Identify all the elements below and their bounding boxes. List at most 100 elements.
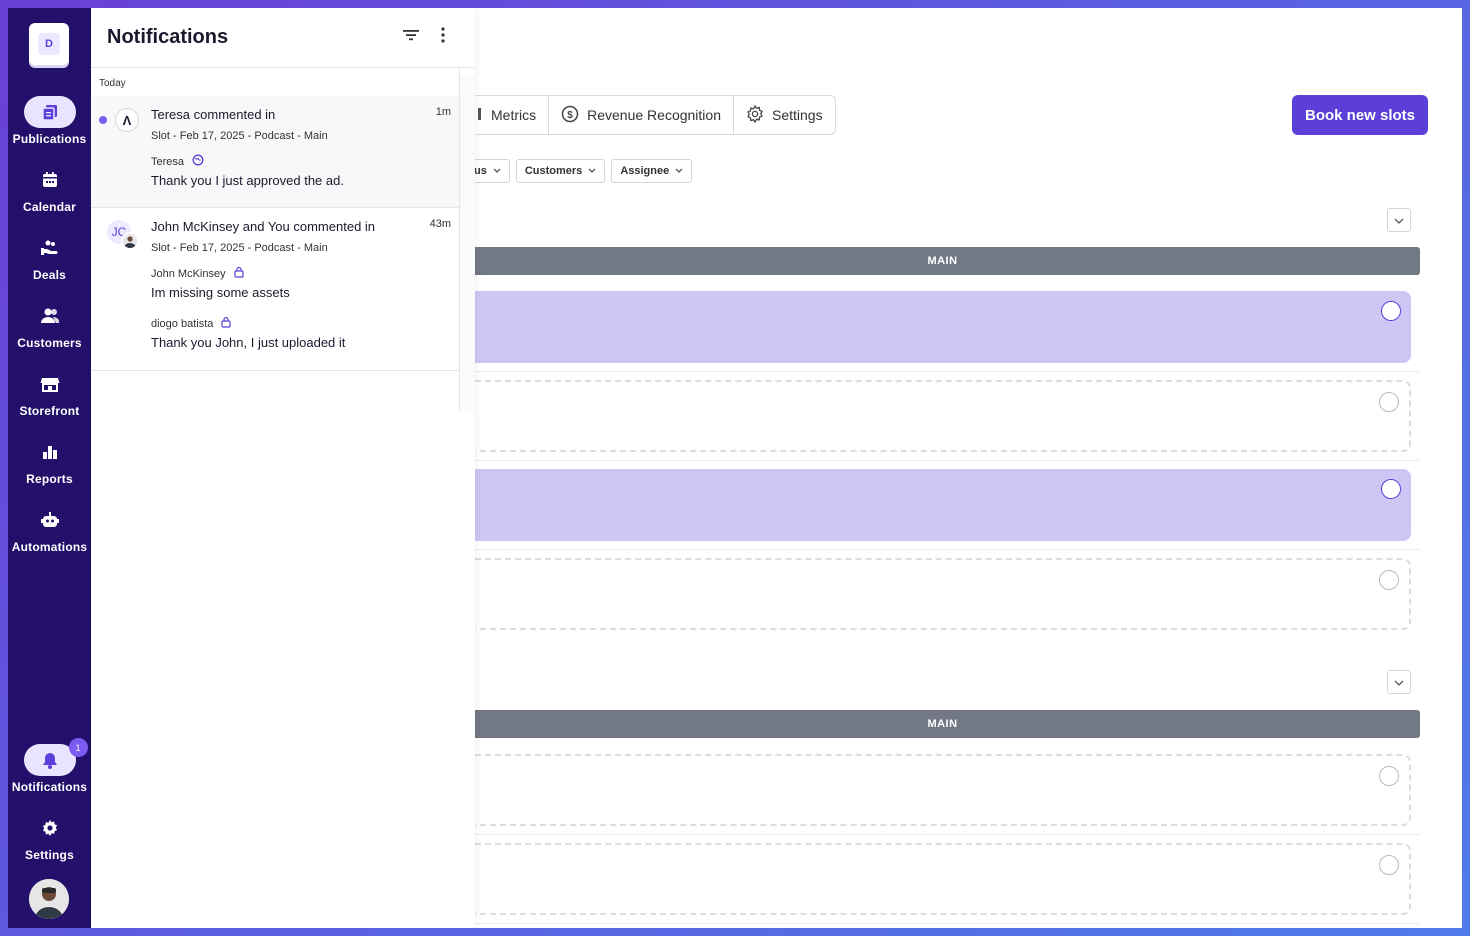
divider	[465, 371, 1420, 372]
dollar-circle-icon: $	[561, 105, 579, 126]
comment-author-row: John McKinsey	[151, 266, 451, 281]
sidebar-item-label: Automations	[11, 540, 88, 554]
lock-icon	[221, 316, 231, 331]
divider	[465, 834, 1420, 835]
filter-button[interactable]	[395, 22, 427, 54]
publications-icon	[23, 96, 76, 128]
tab-label: Revenue Recognition	[587, 107, 721, 123]
slot-select-radio[interactable]	[1379, 855, 1399, 875]
notification-time: 43m	[429, 218, 451, 230]
comment-text: Thank you I just approved the ad.	[151, 173, 344, 188]
sidebar-item-reports[interactable]: Reports	[8, 436, 91, 496]
sidebar-item-calendar[interactable]: Calendar	[8, 164, 91, 224]
filter-label: Customers	[524, 165, 583, 177]
collapse-group-button[interactable]	[1387, 208, 1411, 232]
filter-bar: us Customers Assignee	[465, 159, 693, 183]
sidebar-item-label: Notifications	[11, 780, 88, 794]
sidebar-item-label: Publications	[12, 132, 87, 146]
divider	[465, 549, 1420, 550]
sidebar-item-storefront[interactable]: Storefront	[8, 368, 91, 428]
notification-item[interactable]: Λ Teresa commented in 1m Slot - Feb 17, …	[91, 96, 459, 208]
metrics-icon	[477, 106, 483, 125]
sidebar-item-automations[interactable]: Automations	[8, 504, 91, 564]
sidebar-item-label: Deals	[32, 268, 67, 282]
slot-card[interactable]	[465, 754, 1411, 826]
slot-card[interactable]	[465, 843, 1411, 915]
unread-indicator	[99, 116, 107, 124]
slot-card[interactable]	[465, 291, 1411, 363]
filter-lines-icon	[402, 28, 420, 47]
notifications-panel: Notifications Today Λ Teresa commented i…	[91, 8, 475, 928]
notification-subject: Slot - Feb 17, 2025 - Podcast - Main	[151, 130, 328, 142]
slot-select-radio[interactable]	[1381, 301, 1401, 321]
filter-assignee[interactable]: Assignee	[611, 159, 693, 183]
notification-headline: Teresa commented in	[151, 107, 276, 122]
filter-label: Assignee	[620, 165, 670, 177]
sidebar-item-settings[interactable]: Settings	[8, 812, 91, 872]
sidebar-item-label: Customers	[17, 336, 82, 350]
notification-time: 1m	[435, 106, 451, 118]
filter-label: us	[474, 165, 487, 177]
comment-author: diogo batista	[151, 317, 214, 330]
notification-avatar: Λ	[115, 108, 139, 132]
workspace-logo-letter: D	[38, 33, 60, 55]
comment-author-row: Teresa	[151, 154, 451, 169]
notification-item[interactable]: JC John McKinsey and You commented in 43…	[91, 208, 459, 371]
participant-avatar	[121, 232, 139, 250]
user-avatar[interactable]	[29, 879, 69, 919]
section-label-today: Today	[99, 78, 126, 89]
group-header: MAIN	[465, 247, 1420, 275]
scrollbar[interactable]	[460, 76, 475, 411]
collapse-group-button[interactable]	[1387, 670, 1411, 694]
book-new-slots-button[interactable]: Book new slots	[1292, 95, 1428, 135]
chevron-down-icon	[588, 165, 596, 177]
sidebar-item-label: Reports	[26, 472, 73, 486]
chevron-down-icon	[675, 165, 683, 177]
sidebar-item-customers[interactable]: Customers	[8, 300, 91, 360]
comment-text: Im missing some assets	[151, 285, 290, 300]
sidebar-item-publications[interactable]: Publications	[8, 96, 91, 156]
tab-bar: Metrics $ Revenue Recognition Settings	[465, 95, 836, 135]
slot-select-radio[interactable]	[1381, 479, 1401, 499]
sidebar-item-notifications[interactable]: 1 Notifications	[8, 738, 91, 804]
globe-icon	[192, 154, 204, 169]
group-header: MAIN	[465, 710, 1420, 738]
bell-icon: 1	[23, 738, 88, 776]
slot-select-radio[interactable]	[1379, 570, 1399, 590]
kebab-menu-icon	[441, 27, 445, 48]
tab-label: Settings	[772, 107, 823, 123]
notification-subject: Slot - Feb 17, 2025 - Podcast - Main	[151, 242, 328, 254]
sidebar-item-deals[interactable]: Deals	[8, 232, 91, 292]
sidebar-item-label: Settings	[25, 848, 74, 862]
divider	[465, 460, 1420, 461]
comment-author-row: diogo batista	[151, 316, 451, 331]
more-options-button[interactable]	[427, 22, 459, 54]
filter-customers[interactable]: Customers	[515, 159, 606, 183]
svg-text:$: $	[567, 110, 573, 121]
chevron-down-icon	[1394, 211, 1404, 229]
workspace-logo[interactable]: D	[29, 23, 69, 65]
slot-select-radio[interactable]	[1379, 392, 1399, 412]
notifications-title: Notifications	[107, 26, 229, 48]
storefront-icon	[24, 368, 76, 400]
comment-author: John McKinsey	[151, 267, 226, 280]
gear-icon	[746, 104, 764, 126]
slot-select-radio[interactable]	[1379, 766, 1399, 786]
tab-label: Metrics	[491, 107, 537, 123]
sidebar-item-label: Calendar	[23, 200, 76, 214]
tab-settings[interactable]: Settings	[734, 96, 835, 134]
chevron-down-icon	[1394, 673, 1404, 691]
comment-author: Teresa	[151, 155, 185, 168]
slot-card[interactable]	[465, 380, 1411, 452]
gear-icon	[24, 812, 76, 844]
notifications-list: Today Λ Teresa commented in 1m Slot - Fe…	[91, 68, 460, 411]
comment-text: Thank you John, I just uploaded it	[151, 335, 346, 350]
slot-card[interactable]	[465, 558, 1411, 630]
tab-revenue-recognition[interactable]: $ Revenue Recognition	[549, 96, 734, 134]
divider	[465, 923, 1420, 924]
tab-metrics[interactable]: Metrics	[465, 96, 550, 134]
slot-card[interactable]	[465, 469, 1411, 541]
customers-icon	[24, 300, 76, 332]
main-content: Metrics $ Revenue Recognition Settings B…	[465, 8, 1462, 928]
notification-count-badge: 1	[68, 738, 88, 757]
